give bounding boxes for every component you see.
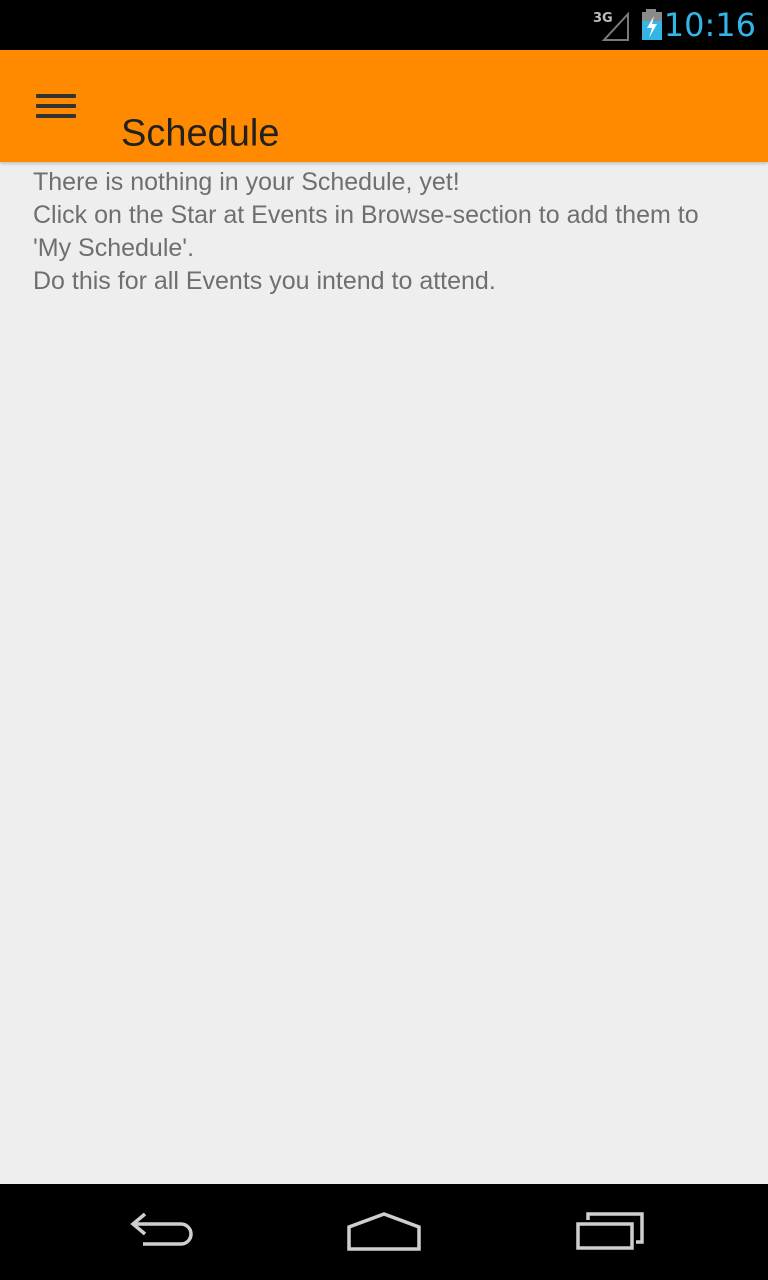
page-title: Schedule	[121, 112, 280, 155]
back-arrow-icon	[130, 1212, 193, 1246]
recent-apps-icon	[576, 1212, 644, 1250]
back-button[interactable]	[90, 1184, 230, 1280]
status-clock: 10:16	[663, 6, 756, 44]
home-button[interactable]	[314, 1184, 454, 1280]
empty-message-line: There is nothing in your Schedule, yet!	[33, 168, 460, 196]
app-bar: Schedule	[0, 50, 768, 162]
network-type-label: 3G	[593, 11, 613, 26]
hamburger-menu-icon[interactable]	[28, 84, 84, 128]
system-nav-bar	[0, 1184, 768, 1280]
signal-3g-icon: 3G	[593, 11, 629, 41]
status-bar: 3G 10:16	[0, 0, 768, 50]
home-icon	[347, 1212, 421, 1251]
empty-message-line: Click on the Star at Events in Browse-se…	[33, 201, 699, 262]
battery-charging-icon	[642, 9, 662, 40]
empty-schedule-message: There is nothing in your Schedule, yet! …	[33, 166, 733, 298]
empty-message-line: Do this for all Events you intend to att…	[33, 267, 496, 295]
recent-apps-button[interactable]	[540, 1184, 680, 1280]
